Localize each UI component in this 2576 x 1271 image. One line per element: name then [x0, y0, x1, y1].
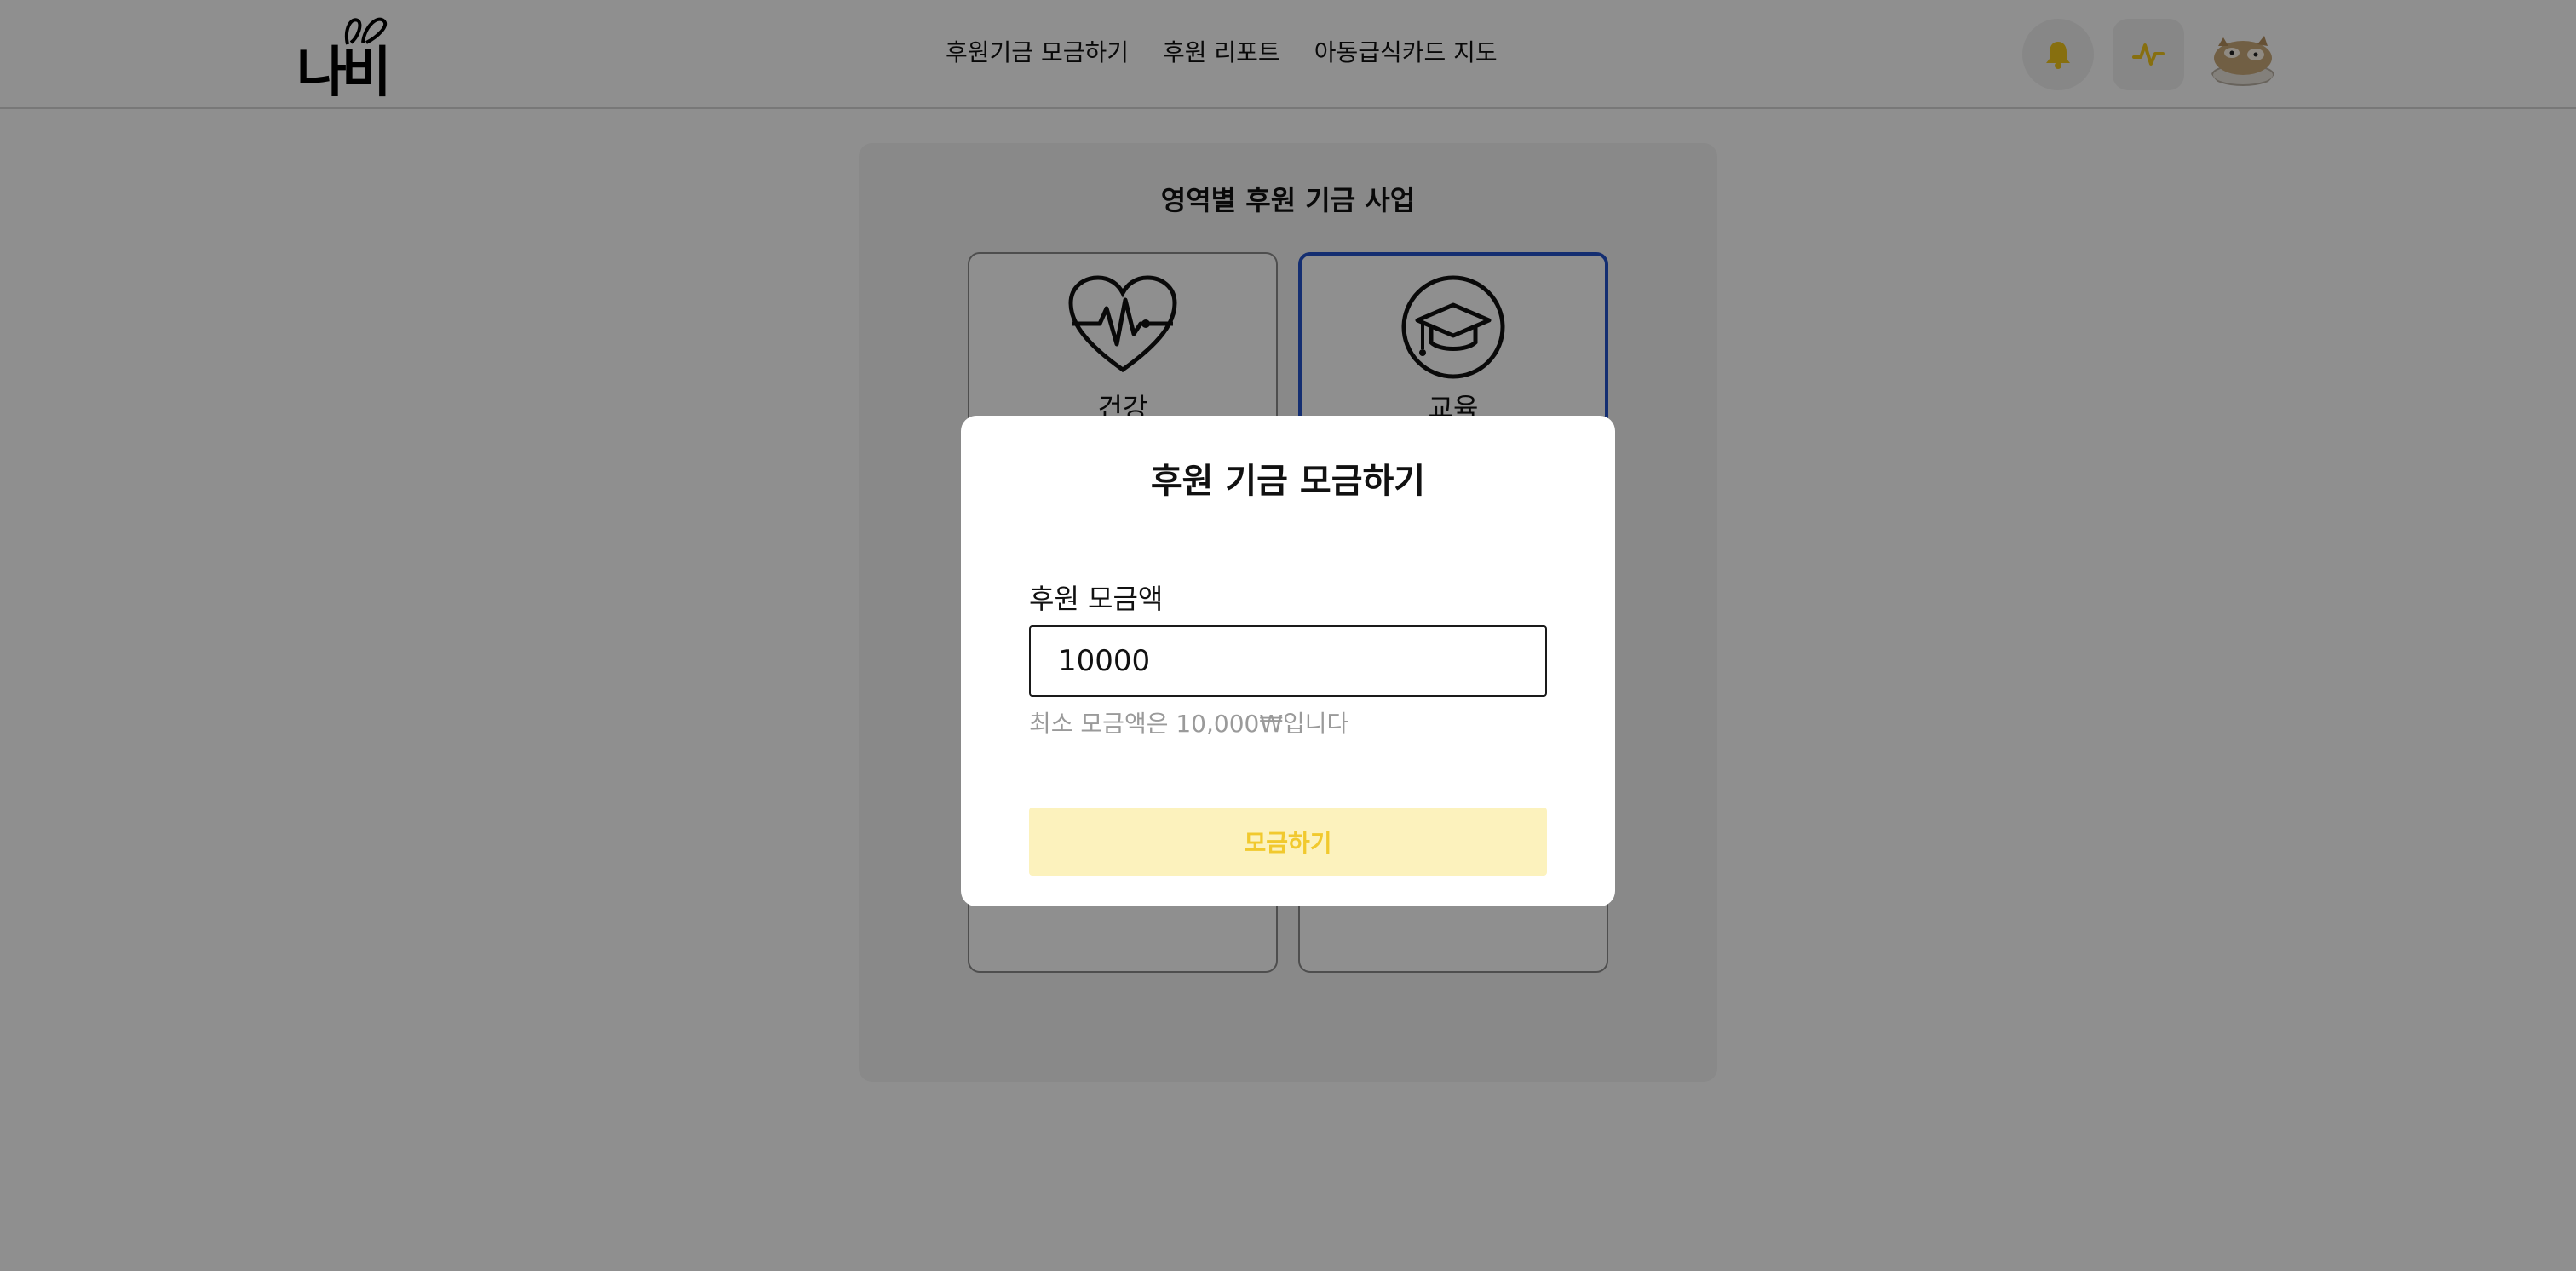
submit-fundraising-button[interactable]: 모금하기 [1029, 808, 1547, 876]
minimum-amount-hint: 최소 모금액은 10,000₩입니다 [1029, 710, 1349, 738]
modal-title: 후원 기금 모금하기 [1150, 462, 1426, 501]
amount-input[interactable] [1029, 625, 1547, 697]
page: 나비 후원기금 모금하기 후원 리포트 아동급식카드 지도 영역별 후원 기금 … [0, 0, 2576, 1271]
amount-label: 후원 모금액 [1029, 583, 1164, 615]
fundraising-modal: 후원 기금 모금하기 후원 모금액 최소 모금액은 10,000₩입니다 모금하… [961, 416, 1615, 906]
